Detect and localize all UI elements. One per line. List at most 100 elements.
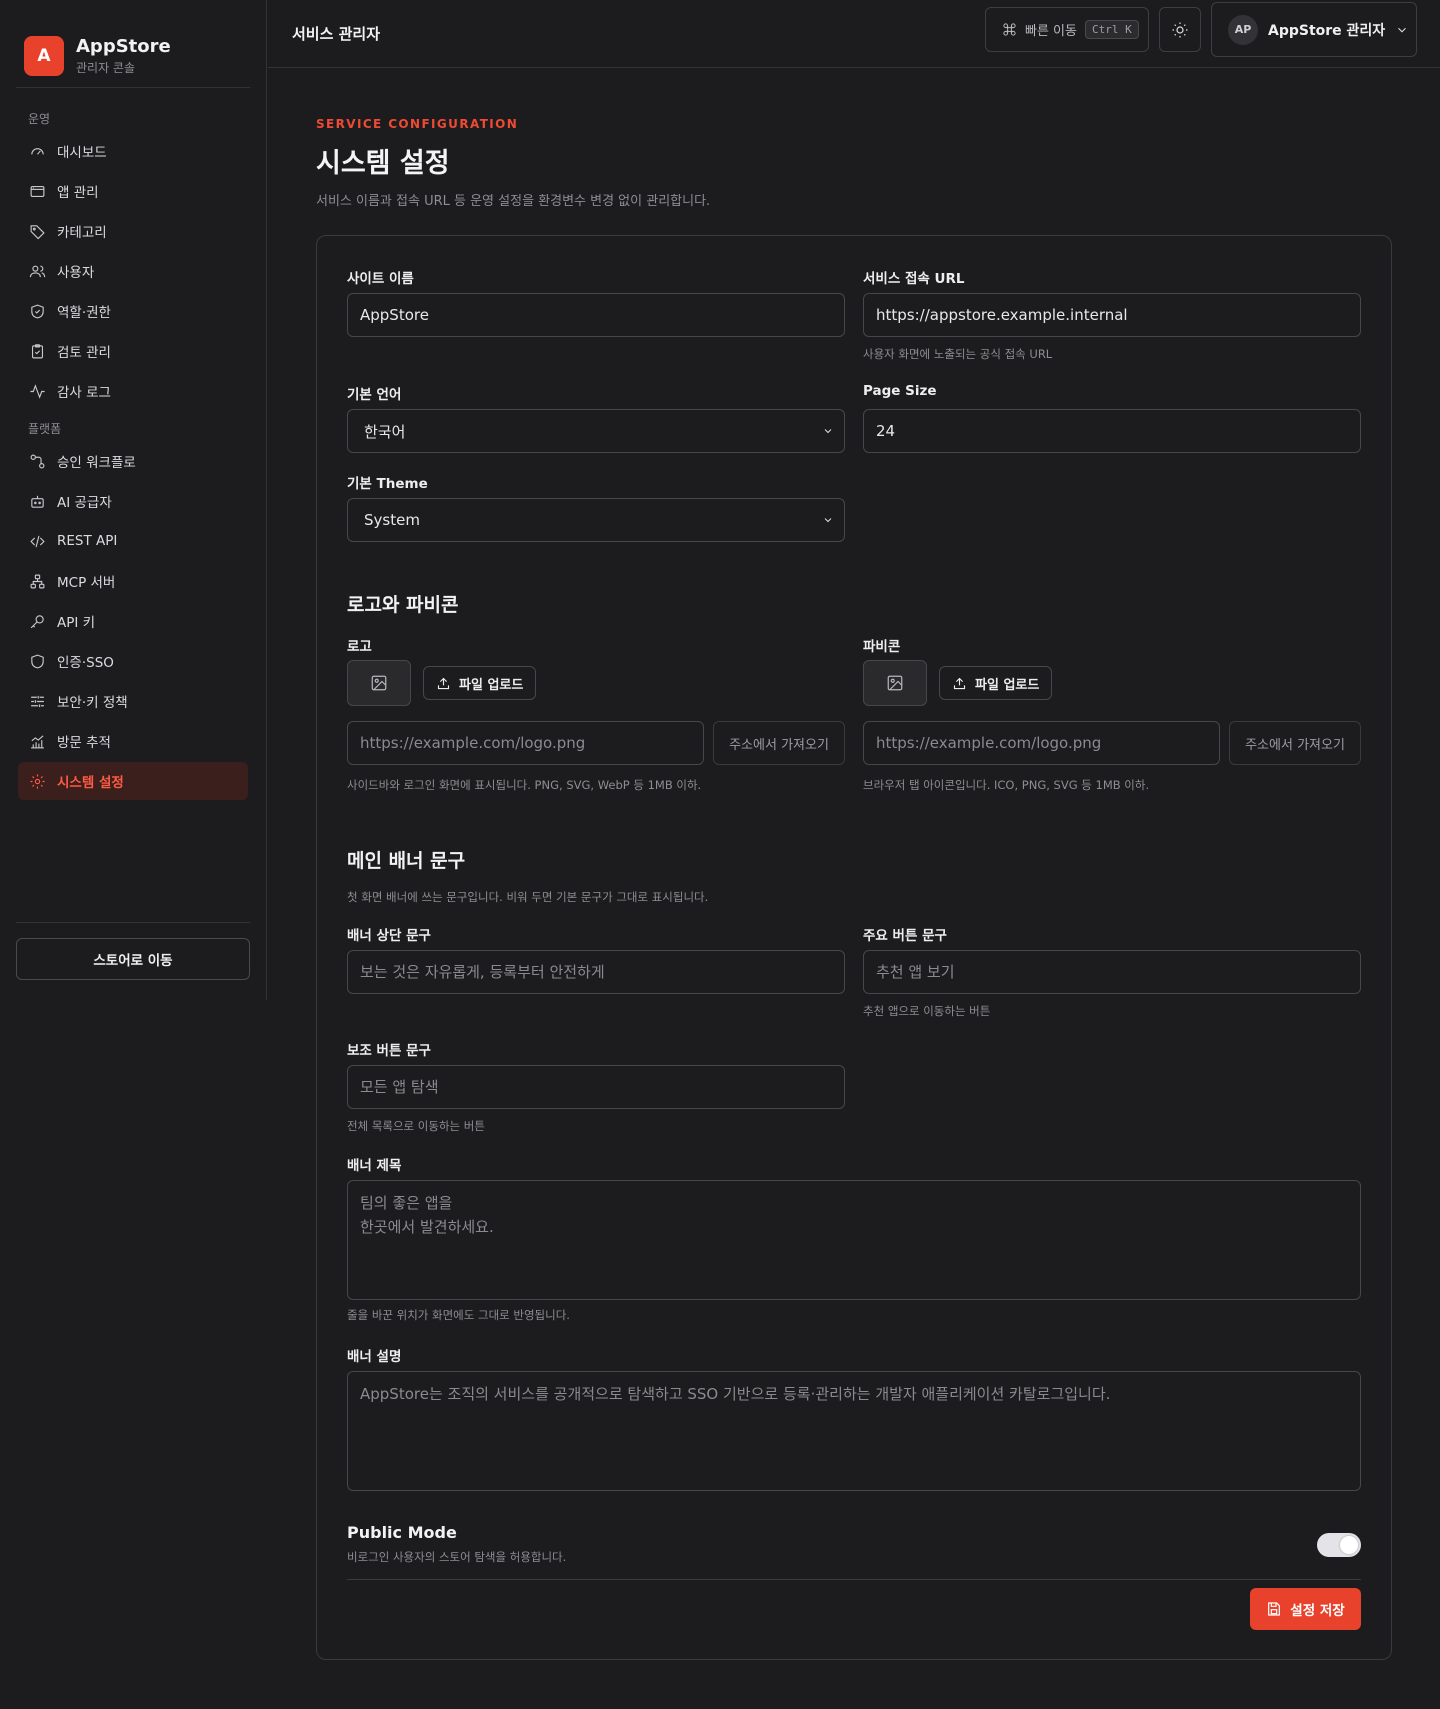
sidebar-item-apps[interactable]: 앱 관리 xyxy=(18,172,248,210)
language-select-value: 한국어 xyxy=(364,422,406,441)
theme-select[interactable]: System xyxy=(347,498,845,542)
logo-section-title: 로고와 파비콘 xyxy=(347,594,459,616)
theme-toggle-button[interactable] xyxy=(1159,7,1201,52)
page-title: 시스템 설정 xyxy=(316,148,450,179)
sidebar-item-rest-api[interactable]: REST API xyxy=(18,522,248,560)
public-mode-title: Public Mode xyxy=(347,1523,457,1542)
primary-button-text-input[interactable] xyxy=(863,950,1361,994)
command-icon xyxy=(1003,23,1016,36)
chevron-down-icon xyxy=(824,429,832,434)
settings-card: 사이트 이름 서비스 접속 URL 사용자 화면에 노출되는 공식 접속 URL… xyxy=(316,235,1392,1660)
shield-check-icon xyxy=(31,304,44,318)
theme-label: 기본 Theme xyxy=(347,476,428,492)
user-menu-button[interactable]: AP AppStore 관리자 xyxy=(1211,2,1417,57)
users-icon xyxy=(29,265,46,277)
banner-desc-textarea[interactable]: AppStore는 조직의 서비스를 공개적으로 탐색하고 SSO 기반으로 등… xyxy=(347,1371,1361,1491)
brand-logo: A xyxy=(24,36,64,76)
save-settings-button[interactable]: 설정 저장 xyxy=(1250,1588,1361,1630)
activity-icon xyxy=(30,383,45,399)
chevron-down-icon xyxy=(1398,27,1407,32)
sidebar-item-label: 방문 추적 xyxy=(57,735,111,751)
bot-icon xyxy=(31,495,44,508)
quick-nav-button[interactable]: 빠른 이동 Ctrl K xyxy=(985,7,1149,52)
sidebar-item-label: REST API xyxy=(57,533,118,549)
service-url-input[interactable] xyxy=(863,293,1361,337)
network-icon xyxy=(30,574,45,588)
sidebar-item-sso[interactable]: 인증·SSO xyxy=(18,642,248,680)
service-url-label: 서비스 접속 URL xyxy=(863,271,965,287)
toggle-knob xyxy=(1340,1536,1358,1554)
sidebar-item-label: 대시보드 xyxy=(57,145,107,161)
page-description: 서비스 이름과 접속 URL 등 운영 설정을 환경변수 변경 없이 관리합니다… xyxy=(316,194,711,209)
banner-top-label: 배너 상단 문구 xyxy=(347,928,431,944)
sidebar-item-system-settings[interactable]: 시스템 설정 xyxy=(18,762,248,800)
chart-icon xyxy=(31,734,44,748)
dashboard-icon xyxy=(31,147,44,155)
favicon-fetch-button[interactable]: 주소에서 가져오기 xyxy=(1229,721,1361,765)
sidebar-item-label: 보안·키 정책 xyxy=(57,695,128,711)
banner-section-title: 메인 배너 문구 xyxy=(347,850,466,872)
sidebar-item-label: 시스템 설정 xyxy=(57,775,124,791)
workflow-icon xyxy=(30,454,45,468)
theme-select-value: System xyxy=(364,511,420,529)
banner-desc-label: 배너 설명 xyxy=(347,1349,402,1365)
sidebar: A AppStore 관리자 콘솔 운영 대시보드 앱 관리 카테고리 사용자 … xyxy=(0,0,267,1000)
avatar: AP xyxy=(1228,14,1258,45)
banner-title-label: 배너 제목 xyxy=(347,1158,402,1174)
brand[interactable]: A AppStore 관리자 콘솔 xyxy=(16,0,250,88)
sidebar-item-workflow[interactable]: 승인 워크플로 xyxy=(18,442,248,480)
page-size-label: Page Size xyxy=(863,383,937,399)
sidebar-item-users[interactable]: 사용자 xyxy=(18,252,248,290)
sidebar-item-ai-provider[interactable]: AI 공급자 xyxy=(18,482,248,520)
sidebar-item-roles[interactable]: 역할·권한 xyxy=(18,292,248,330)
public-mode-desc: 비로그인 사용자의 스토어 탐색을 허용합니다. xyxy=(347,1550,567,1564)
sidebar-item-label: AI 공급자 xyxy=(57,495,112,511)
logo-upload-button[interactable]: 파일 업로드 xyxy=(423,666,537,700)
divider xyxy=(347,1579,1361,1580)
user-name: AppStore 관리자 xyxy=(1268,22,1386,39)
primary-button-text-label: 주요 버튼 문구 xyxy=(863,928,947,944)
logo-hint: 사이드바와 로그인 화면에 표시됩니다. PNG, SVG, WebP 등 1M… xyxy=(347,778,702,792)
sidebar-item-label: 검토 관리 xyxy=(57,345,111,361)
sidebar-item-api-keys[interactable]: API 키 xyxy=(18,602,248,640)
favicon-label: 파비콘 xyxy=(863,639,901,655)
sidebar-item-audit-log[interactable]: 감사 로그 xyxy=(18,372,248,410)
nav-section-platform: 플랫폼 xyxy=(28,422,62,436)
sidebar-item-category[interactable]: 카테고리 xyxy=(18,212,248,250)
sidebar-item-review[interactable]: 검토 관리 xyxy=(18,332,248,370)
main-content: SERVICE CONFIGURATION 시스템 설정 서비스 이름과 접속 … xyxy=(316,117,1392,1660)
banner-top-input[interactable] xyxy=(347,950,845,994)
favicon-upload-button[interactable]: 파일 업로드 xyxy=(939,666,1053,700)
sliders-icon xyxy=(31,695,44,707)
quick-nav-label: 빠른 이동 xyxy=(1025,24,1077,39)
save-label: 설정 저장 xyxy=(1290,1603,1345,1619)
topbar: 서비스 관리자 빠른 이동 Ctrl K AP AppStore 관리자 xyxy=(268,0,1440,68)
sidebar-item-security-policy[interactable]: 보안·키 정책 xyxy=(18,682,248,720)
go-to-store-button[interactable]: 스토어로 이동 xyxy=(16,938,250,980)
language-select[interactable]: 한국어 xyxy=(347,409,845,453)
secondary-button-text-input[interactable] xyxy=(347,1065,845,1109)
favicon-url-input[interactable] xyxy=(863,721,1220,765)
sidebar-item-dashboard[interactable]: 대시보드 xyxy=(18,132,248,170)
page-size-input[interactable] xyxy=(863,409,1361,453)
shield-icon xyxy=(31,654,44,668)
logo-fetch-button[interactable]: 주소에서 가져오기 xyxy=(713,721,845,765)
gear-icon xyxy=(30,773,45,789)
site-name-label: 사이트 이름 xyxy=(347,271,414,287)
code-icon xyxy=(30,535,45,547)
clipboard-check-icon xyxy=(31,343,44,358)
secondary-button-text-hint: 전체 목록으로 이동하는 버튼 xyxy=(347,1119,485,1133)
brand-name: AppStore xyxy=(76,36,171,57)
logo-url-input[interactable] xyxy=(347,721,704,765)
sidebar-item-visit-tracking[interactable]: 방문 추적 xyxy=(18,722,248,760)
sun-icon xyxy=(1172,22,1188,37)
public-mode-toggle[interactable] xyxy=(1317,1533,1361,1557)
upload-label: 파일 업로드 xyxy=(459,677,524,693)
sidebar-item-label: 앱 관리 xyxy=(57,185,99,201)
primary-button-text-hint: 추천 앱으로 이동하는 버튼 xyxy=(863,1004,991,1018)
favicon-hint: 브라우저 탭 아이콘입니다. ICO, PNG, SVG 등 1MB 이하. xyxy=(863,778,1150,792)
sidebar-item-mcp-server[interactable]: MCP 서버 xyxy=(18,562,248,600)
sidebar-item-label: 카테고리 xyxy=(57,225,107,241)
banner-title-textarea[interactable]: 팀의 좋은 앱을 한곳에서 발견하세요. xyxy=(347,1180,1361,1300)
site-name-input[interactable] xyxy=(347,293,845,337)
